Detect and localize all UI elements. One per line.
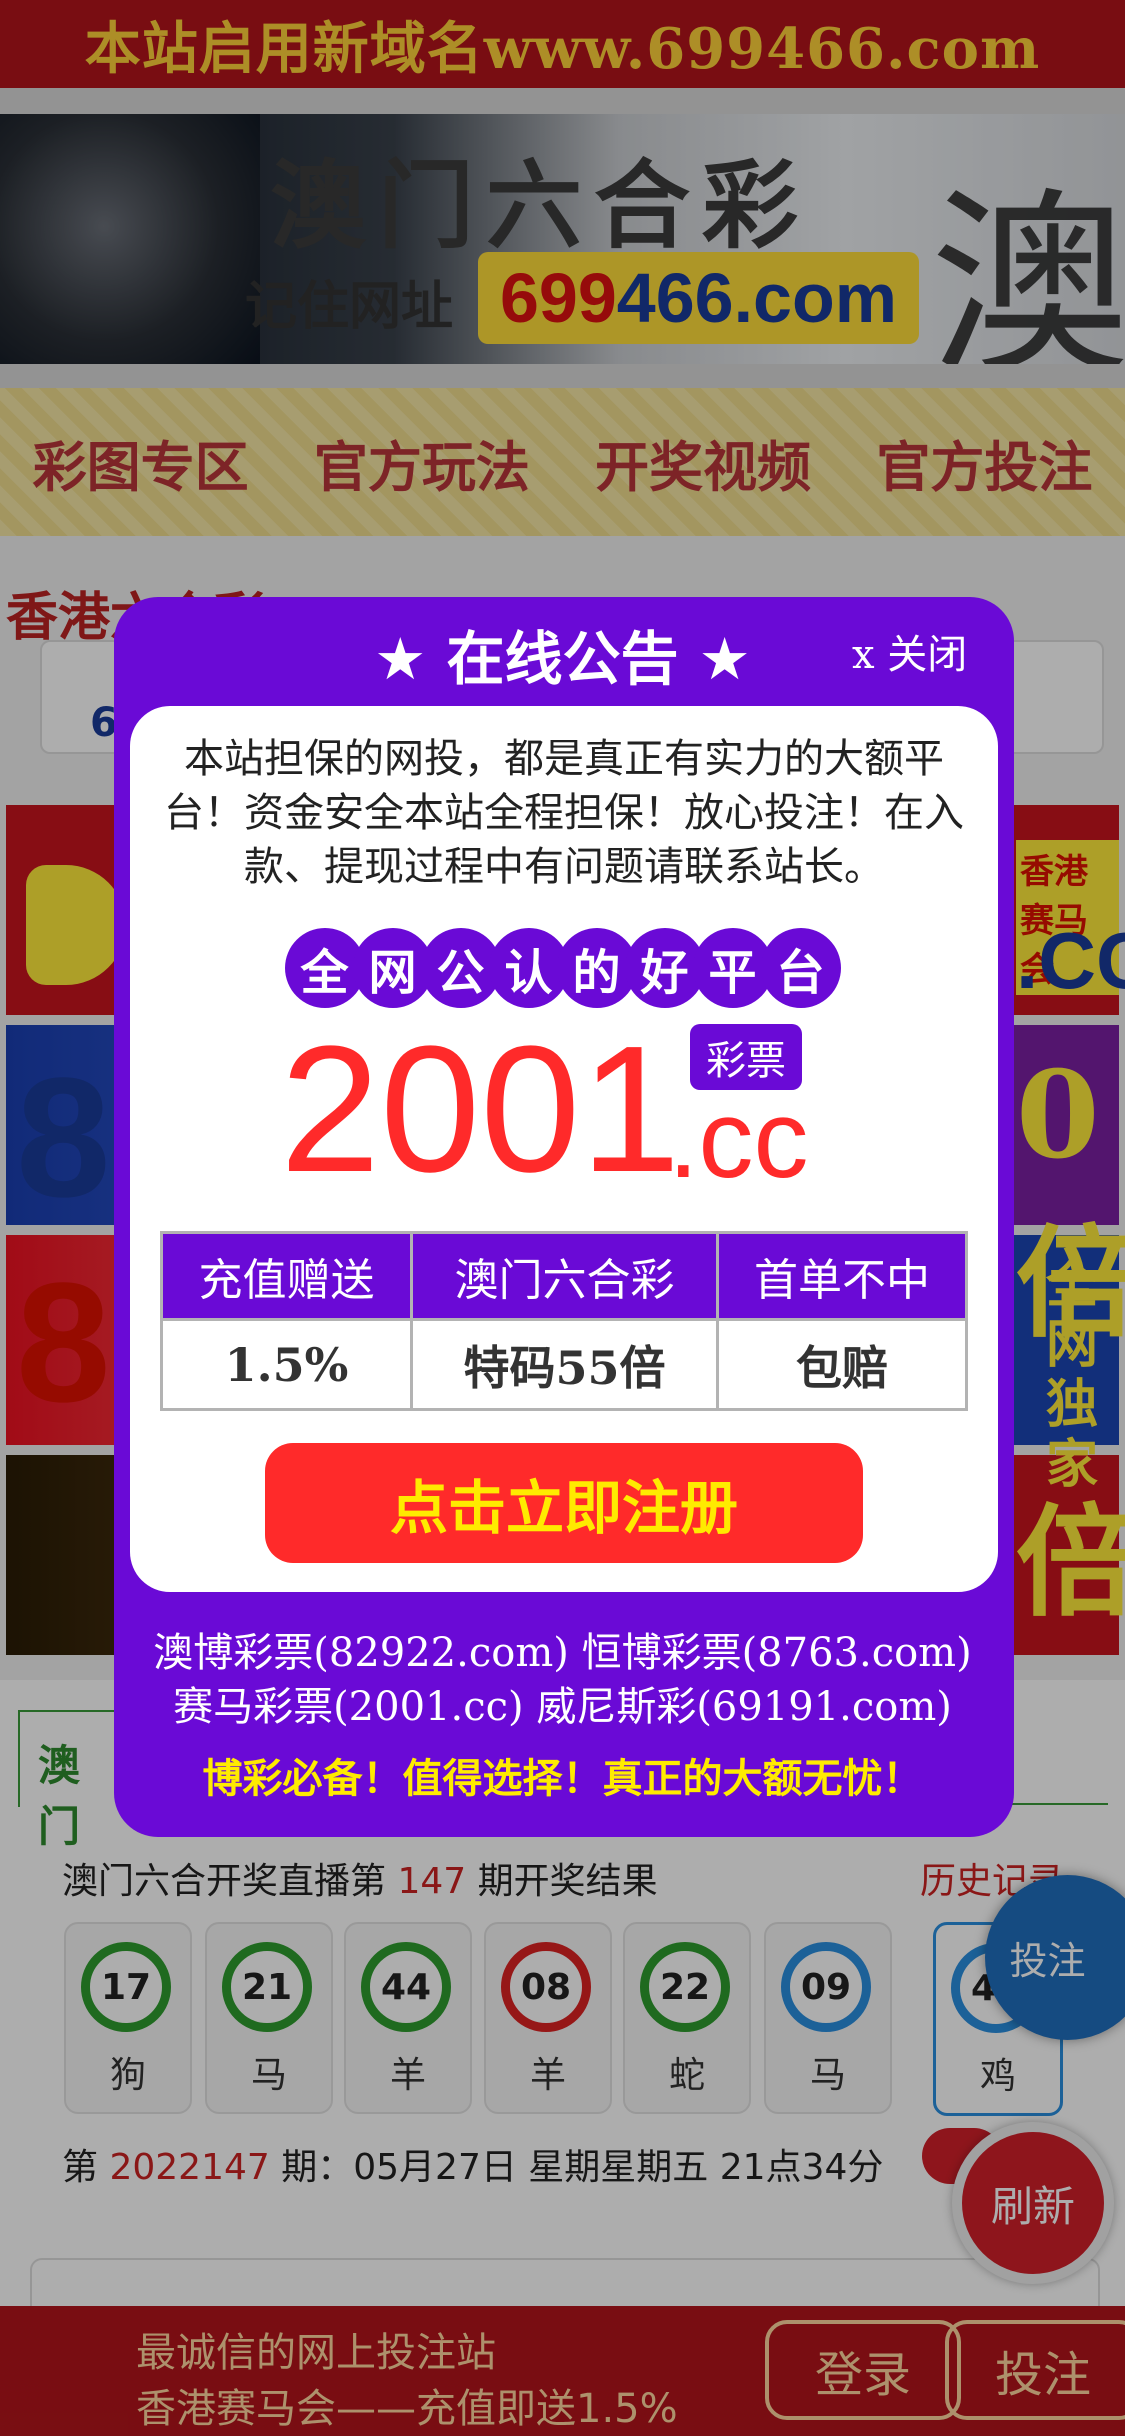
offer-table: 充值赠送 澳门六合彩 首单不中 1.5% 特码55倍 包赔 (160, 1231, 968, 1411)
slogan-pill: 台 (760, 928, 841, 1008)
modal-notice-text: 本站担保的网投，都是真正有实力的大额平台！资金安全本站全程担保！放心投注！在入款… (164, 736, 964, 890)
brand-suffix: .cc (668, 1078, 809, 1201)
offer-header-cell: 首单不中 (754, 1255, 930, 1306)
offer-cell: 1.5% (163, 1318, 413, 1408)
offer-cell: 包赔 (719, 1318, 965, 1408)
offer-cell: 特码55倍 (413, 1318, 719, 1408)
slogan-pills: 全 网 公 认 的 好 平 台 (0, 928, 1125, 1008)
modal-close-button[interactable]: x 关闭 (852, 622, 967, 680)
register-button[interactable]: 点击立即注册 (265, 1443, 863, 1563)
modal-slogan: 博彩必备！值得选择！真正的大额无忧！ (202, 1756, 923, 1802)
offer-table-header: 充值赠送 澳门六合彩 首单不中 (163, 1234, 965, 1318)
brand-number: 2001 (280, 1009, 681, 1210)
offer-table-row: 1.5% 特码55倍 包赔 (163, 1318, 965, 1408)
offer-header-cell: 充值赠送 (163, 1234, 413, 1318)
partner-links-row-1[interactable]: 澳博彩票(82922.com) 恒博彩票(8763.com) (0, 1620, 1125, 1678)
offer-header-cell: 澳门六合彩 (413, 1234, 719, 1318)
partner-links-row-2[interactable]: 赛马彩票(2001.cc) 威尼斯彩(69191.com) (0, 1674, 1125, 1732)
lottery-tag: 彩票 (690, 1024, 802, 1090)
